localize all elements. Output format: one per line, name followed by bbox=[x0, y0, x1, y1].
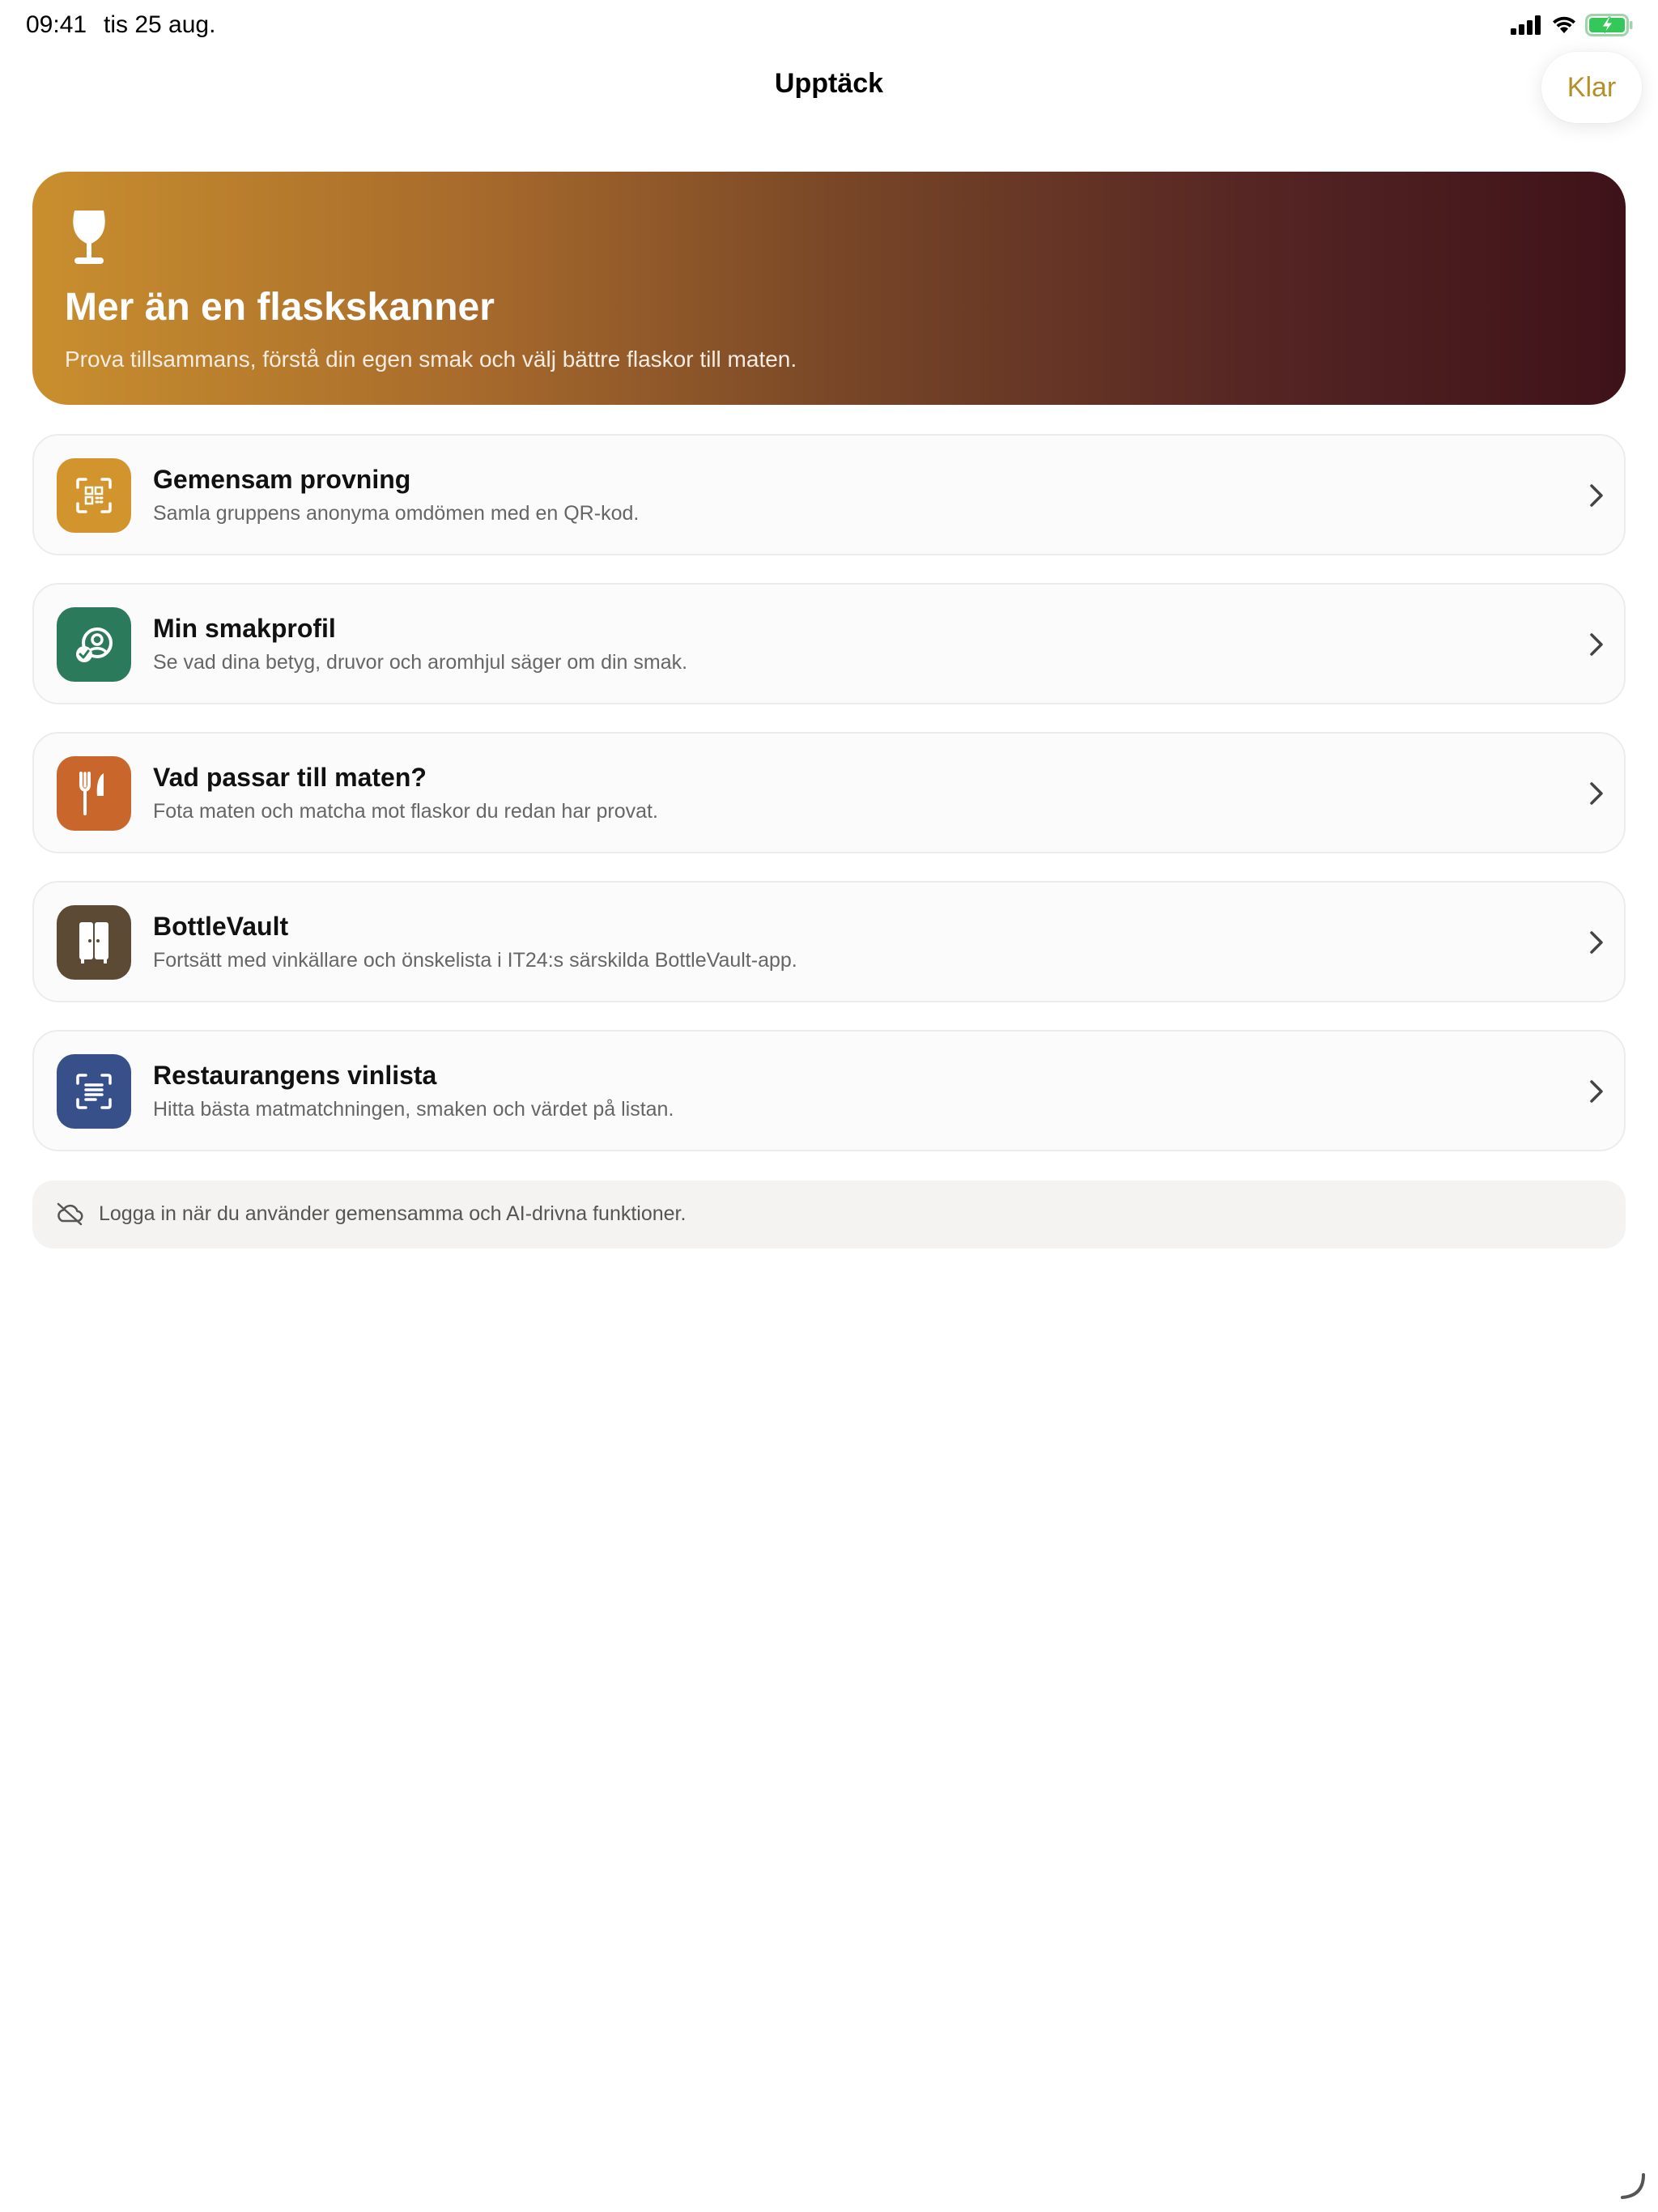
status-icons bbox=[1511, 14, 1634, 36]
status-date: tis 25 aug. bbox=[104, 11, 216, 38]
done-button[interactable]: Klar bbox=[1541, 52, 1642, 123]
feature-title: Min smakprofil bbox=[153, 614, 336, 643]
feature-row-restaurant-winelist[interactable]: Restaurangens vinlista Hitta bästa matma… bbox=[32, 1030, 1626, 1151]
feature-description: Samla gruppens anonyma omdömen med en QR… bbox=[153, 502, 640, 525]
feature-title: Vad passar till maten? bbox=[153, 763, 427, 792]
status-time: 09:41 bbox=[26, 11, 87, 38]
chevron-right-icon bbox=[1590, 633, 1603, 656]
taste-profile-icon bbox=[57, 607, 131, 682]
feature-row-bottlevault[interactable]: BottleVault Fortsätt med vinkällare och … bbox=[32, 881, 1626, 1002]
cloud-slash-icon bbox=[57, 1202, 83, 1226]
status-bar: 09:41 tis 25 aug. bbox=[0, 0, 1658, 52]
feature-description: Se vad dina betyg, druvor och aromhjul s… bbox=[153, 651, 688, 674]
hero-subtitle: Prova tillsammans, förstå din egen smak … bbox=[65, 347, 797, 372]
feature-row-shared-tasting[interactable]: Gemensam provning Samla gruppens anonyma… bbox=[32, 434, 1626, 555]
feature-description: Fortsätt med vinkällare och önskelista i… bbox=[153, 949, 797, 972]
wifi-icon bbox=[1553, 16, 1575, 33]
wine-cabinet-icon bbox=[57, 905, 131, 980]
sign-in-notice-text: Logga in när du använder gemensamma och … bbox=[99, 1202, 687, 1225]
chevron-right-icon bbox=[1590, 931, 1603, 954]
battery-charging-icon bbox=[1585, 14, 1633, 36]
chevron-right-icon bbox=[1590, 484, 1603, 507]
resize-handle-icon[interactable] bbox=[1618, 2172, 1647, 2201]
sign-in-notice: Logga in när du använder gemensamma och … bbox=[32, 1180, 1626, 1249]
discover-screen: 09:41 tis 25 aug. Upptäck Klar Mer än en… bbox=[0, 0, 1658, 2212]
wine-glass-icon bbox=[73, 211, 105, 264]
feature-title: Gemensam provning bbox=[153, 465, 411, 494]
chevron-right-icon bbox=[1590, 782, 1603, 805]
feature-title: BottleVault bbox=[153, 912, 289, 941]
cellular-signal-icon bbox=[1511, 15, 1541, 35]
feature-row-taste-profile[interactable]: Min smakprofil Se vad dina betyg, druvor… bbox=[32, 583, 1626, 704]
feature-row-food-pairing[interactable]: Vad passar till maten? Fota maten och ma… bbox=[32, 732, 1626, 853]
feature-title: Restaurangens vinlista bbox=[153, 1061, 437, 1090]
feature-description: Fota maten och matcha mot flaskor du red… bbox=[153, 800, 658, 823]
document-scan-icon bbox=[57, 1054, 131, 1129]
page-title: Upptäck bbox=[774, 68, 884, 99]
hero-banner: Mer än en flaskskanner Prova tillsammans… bbox=[32, 172, 1626, 405]
qr-scan-icon bbox=[57, 458, 131, 533]
fork-knife-icon bbox=[57, 756, 131, 831]
chevron-right-icon bbox=[1590, 1080, 1603, 1103]
hero-title: Mer än en flaskskanner bbox=[65, 286, 495, 329]
feature-description: Hitta bästa matmatchningen, smaken och v… bbox=[153, 1098, 674, 1121]
